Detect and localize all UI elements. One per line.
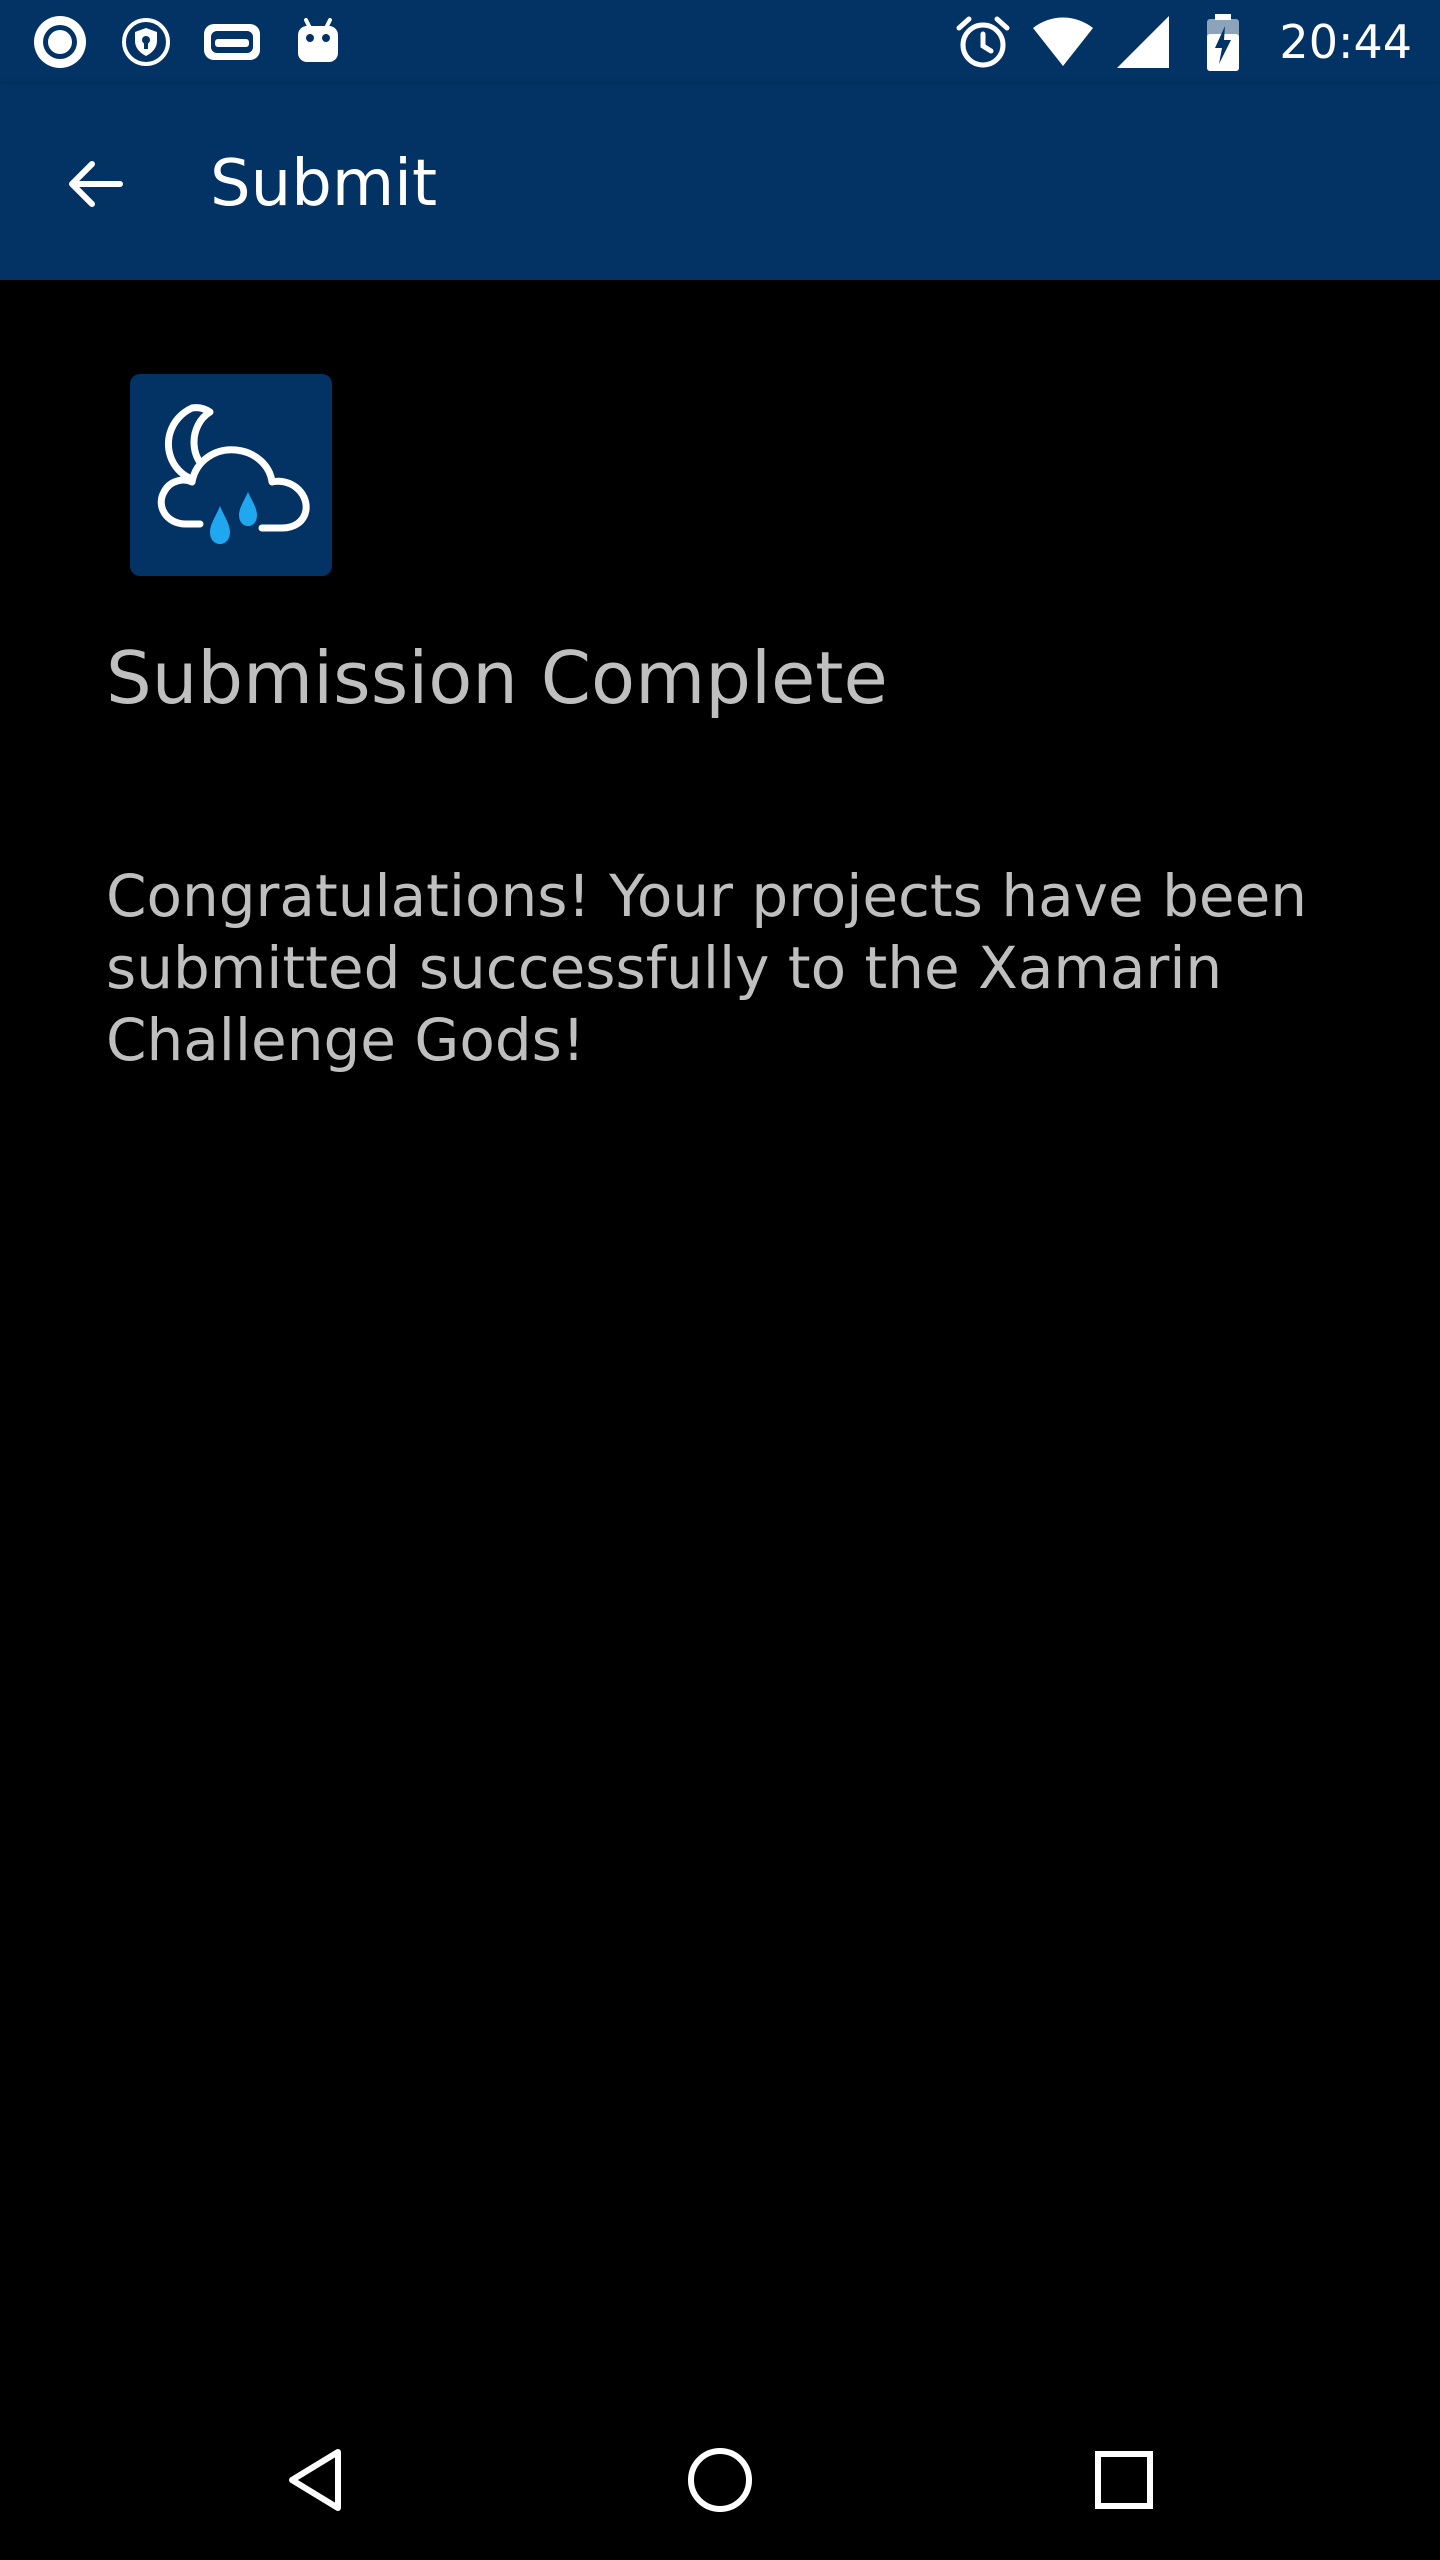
back-nav-icon <box>289 2449 341 2511</box>
wifi-icon <box>1031 10 1095 74</box>
game-controller-icon <box>200 10 264 74</box>
recents-nav-icon <box>1095 2451 1153 2509</box>
status-bar: 20:44 <box>0 0 1440 84</box>
recents-nav-button[interactable] <box>1064 2426 1184 2534</box>
record-icon <box>28 10 92 74</box>
arrow-back-icon <box>69 161 123 207</box>
home-nav-button[interactable] <box>660 2426 780 2534</box>
navigation-bar <box>0 2400 1440 2560</box>
back-button[interactable] <box>52 140 140 228</box>
weather-cloud-rain-icon <box>130 374 332 576</box>
submission-message: Congratulations! Your projects have been… <box>106 862 1308 1074</box>
app-bar: Submit <box>0 84 1440 280</box>
status-notification-icons <box>28 10 350 74</box>
submission-heading: Submission Complete <box>106 636 888 720</box>
alarm-icon <box>951 10 1015 74</box>
screen: 20:44 Submit Submission Complete Congrat… <box>0 0 1440 2560</box>
home-nav-icon <box>688 2448 752 2512</box>
status-system-icons: 20:44 <box>951 10 1412 74</box>
back-nav-button[interactable] <box>256 2426 376 2534</box>
android-icon <box>286 10 350 74</box>
cellular-signal-icon <box>1111 10 1175 74</box>
vpn-shield-icon <box>114 10 178 74</box>
page-title: Submit <box>210 147 438 221</box>
battery-charging-icon <box>1191 10 1255 74</box>
clock: 20:44 <box>1279 15 1412 69</box>
